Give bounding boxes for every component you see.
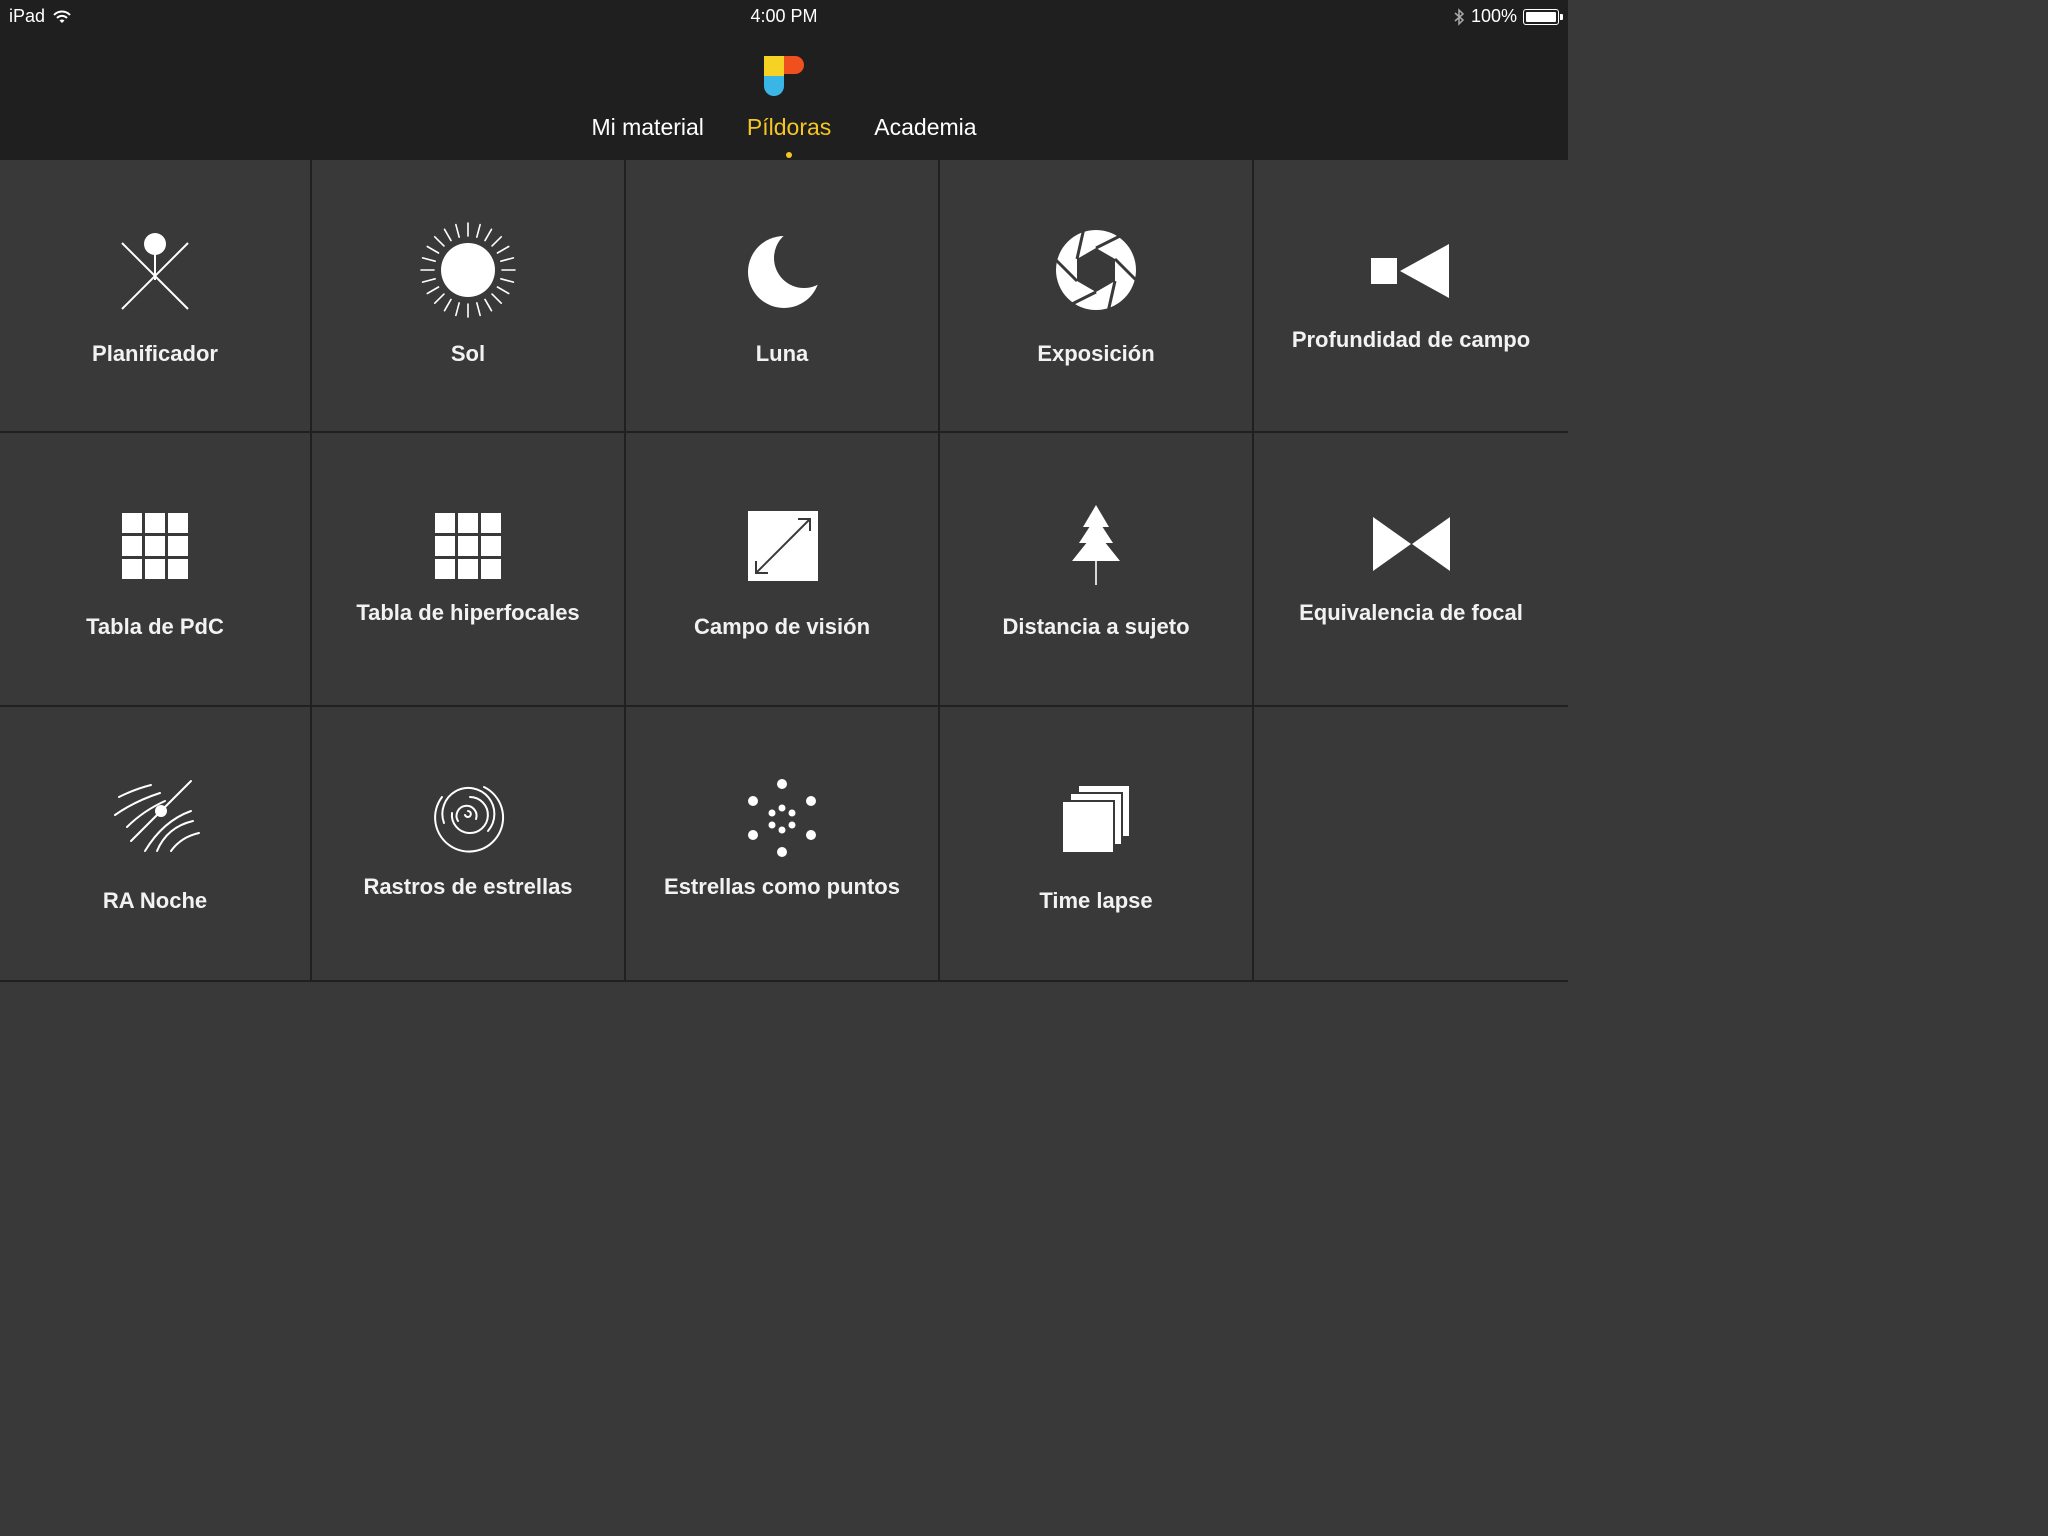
tile-label: Luna	[755, 341, 809, 366]
tile-label: Tabla de hiperfocales	[356, 600, 580, 625]
sun-ray	[433, 235, 445, 247]
field-of-view-icon	[748, 511, 818, 581]
tile-tabla-de-pdc[interactable]: Tabla de PdC	[0, 433, 312, 707]
tile-label: Time lapse	[1039, 888, 1153, 913]
empty-tile	[1254, 707, 1568, 982]
grid-table-icon	[122, 513, 188, 579]
star-points-icon	[748, 779, 816, 857]
grid-table-icon	[435, 513, 501, 579]
tab-bar: Mi material Píldoras Academia	[0, 114, 1568, 158]
sun-ray	[491, 293, 503, 305]
sun-ray	[500, 277, 515, 283]
tile-label: Tabla de PdC	[86, 614, 224, 639]
tile-label: Equivalencia de focal	[1299, 600, 1523, 625]
sun-ray	[484, 228, 493, 242]
sun-ray	[484, 298, 493, 312]
tab-label: Mi material	[591, 114, 704, 140]
focal-equivalence-icon	[1373, 517, 1450, 571]
sun-ray	[426, 286, 440, 295]
tile-estrellas-como-puntos[interactable]: Estrellas como puntos	[626, 707, 940, 982]
sun-ray	[475, 302, 481, 317]
tile-label: Rastros de estrellas	[363, 874, 573, 899]
tile-campo-de-vision[interactable]: Campo de visión	[626, 433, 940, 707]
night-ar-icon	[114, 780, 200, 852]
app-header: Mi material Píldoras Academia	[0, 34, 1568, 160]
tile-label: Sol	[450, 341, 486, 366]
battery-icon	[1523, 8, 1563, 25]
tile-ra-noche[interactable]: RA Noche	[0, 707, 312, 982]
tab-label: Píldoras	[746, 114, 832, 140]
planner-icon	[121, 233, 189, 310]
sun-ray	[426, 245, 440, 254]
sun-ray	[433, 293, 445, 305]
sun-ray	[496, 286, 510, 295]
sun-ray	[491, 235, 503, 247]
tile-tabla-de-hiperfocales[interactable]: Tabla de hiperfocales	[312, 433, 626, 707]
tile-sol[interactable]: Sol	[312, 160, 626, 433]
tile-label: Distancia a sujeto	[1002, 614, 1190, 639]
sun-ray	[496, 245, 510, 254]
tab-academia[interactable]: Academia	[874, 114, 976, 141]
tree-icon	[1072, 505, 1120, 585]
status-bar: iPad 4:00 PM 100%	[0, 0, 1568, 34]
pills-grid: Planificador Sol Luna Exposición Profund…	[0, 160, 1568, 982]
aperture-icon	[1052, 227, 1140, 313]
bluetooth-icon	[1454, 7, 1465, 26]
moon-icon	[748, 236, 820, 308]
sun-ray	[421, 277, 436, 283]
tile-time-lapse[interactable]: Time lapse	[940, 707, 1254, 982]
tab-mi-material[interactable]: Mi material	[591, 114, 703, 141]
tile-label: Planificador	[92, 341, 218, 366]
time-lapse-icon	[1061, 784, 1131, 854]
sun-ray	[455, 302, 461, 317]
app-logo-icon	[764, 56, 804, 96]
tile-exposicion[interactable]: Exposición	[940, 160, 1254, 433]
depth-of-field-icon	[1371, 244, 1449, 298]
tile-label: Profundidad de campo	[1291, 327, 1531, 352]
sun-ray	[443, 298, 452, 312]
sun-ray	[421, 257, 436, 263]
tile-label: Exposición	[1037, 341, 1155, 366]
sun-ray	[443, 228, 452, 242]
tile-distancia-a-sujeto[interactable]: Distancia a sujeto	[940, 433, 1254, 707]
tile-label: Campo de visión	[693, 614, 871, 639]
battery-percent: 100%	[1470, 6, 1517, 26]
active-tab-indicator	[786, 152, 793, 158]
tile-label: RA Noche	[102, 888, 208, 913]
tab-pildoras[interactable]: Píldoras	[746, 114, 832, 158]
tile-planificador[interactable]: Planificador	[0, 160, 312, 433]
status-time: 4:00 PM	[750, 6, 818, 26]
sun-ray	[475, 223, 481, 238]
sun-icon	[420, 222, 516, 318]
tile-profundidad-de-campo[interactable]: Profundidad de campo	[1254, 160, 1568, 433]
sun-ray	[455, 223, 461, 238]
tab-label: Academia	[874, 114, 977, 140]
star-trails-icon	[434, 786, 505, 853]
tile-luna[interactable]: Luna	[626, 160, 940, 433]
tile-equivalencia-de-focal[interactable]: Equivalencia de focal	[1254, 433, 1568, 707]
tile-label: Estrellas como puntos	[664, 874, 900, 899]
sun-ray	[500, 257, 515, 263]
tile-rastros-de-estrellas[interactable]: Rastros de estrellas	[312, 707, 626, 982]
